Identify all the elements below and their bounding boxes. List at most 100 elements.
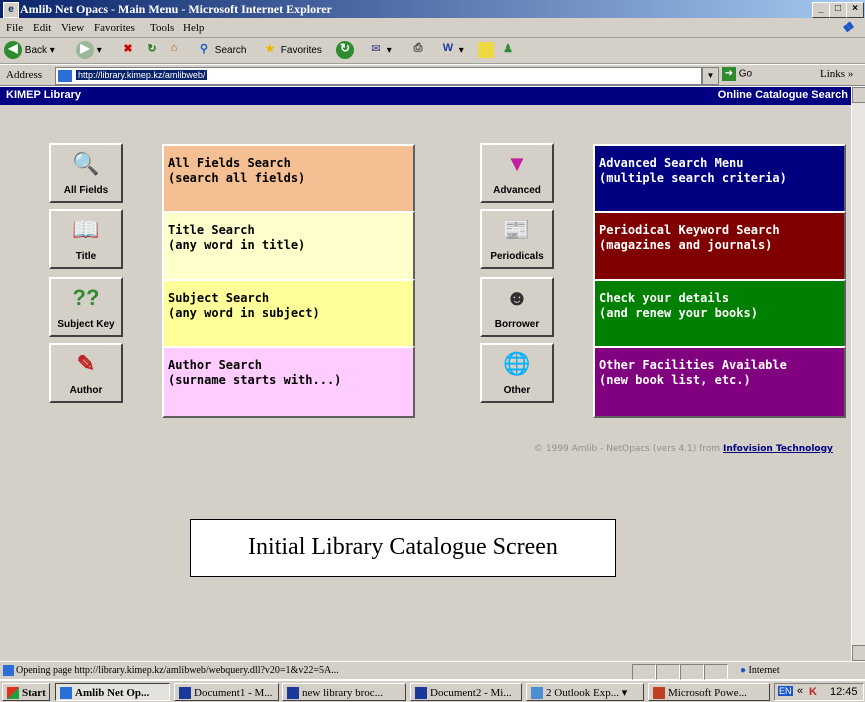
window-title-bar[interactable]: e Amlib Net Opacs - Main Menu - Microsof…: [0, 0, 865, 18]
tray-expand-icon[interactable]: «: [797, 685, 803, 697]
address-dropdown-button[interactable]: ▼: [702, 67, 719, 85]
links-button[interactable]: Links »: [820, 68, 853, 80]
title-label: Title: [75, 251, 97, 262]
author-search-link[interactable]: Author Search (surname starts with...): [162, 346, 415, 418]
status-bar: Opening page http://library.kimep.kz/aml…: [0, 661, 865, 680]
antivirus-icon[interactable]: K: [809, 686, 817, 698]
task-document1[interactable]: Document1 - M...: [174, 683, 279, 701]
messenger-icon: ♟: [503, 43, 513, 56]
magnifier-icon: 🔍: [72, 151, 100, 176]
page-loading-icon: [3, 665, 14, 676]
ie-app-icon[interactable]: e: [3, 2, 19, 18]
print-button[interactable]: ⎙: [410, 41, 426, 61]
infovision-link[interactable]: Infovision Technology: [723, 444, 833, 454]
other-facilities-link[interactable]: Other Facilities Available (new book lis…: [593, 346, 846, 418]
other-button[interactable]: 🌐 Other: [480, 343, 554, 403]
menu-tools[interactable]: Tools: [150, 22, 174, 34]
menu-edit[interactable]: Edit: [33, 22, 51, 34]
home-button[interactable]: ⌂: [166, 41, 182, 61]
address-url[interactable]: http://library.kimep.kz/amlibweb/: [76, 70, 208, 80]
periodicals-label: Periodicals: [490, 251, 544, 262]
scroll-down-button[interactable]: [852, 645, 865, 661]
menu-view[interactable]: View: [61, 22, 84, 34]
back-button[interactable]: ◀ Back ▾: [4, 41, 55, 61]
library-name: KIMEP Library: [6, 89, 81, 101]
page-icon: [58, 70, 72, 82]
stop-button[interactable]: ✖: [120, 41, 136, 61]
menu-help[interactable]: Help: [183, 22, 204, 34]
menu-file[interactable]: File: [6, 22, 23, 34]
check-details-link[interactable]: Check your details (and renew your books…: [593, 279, 846, 351]
author-button[interactable]: ✎ Author: [49, 343, 123, 403]
title-button[interactable]: 📖 Title: [49, 209, 123, 269]
go-label: Go: [738, 68, 753, 80]
go-arrow-icon: ➜: [722, 67, 736, 81]
subject-search-link[interactable]: Subject Search (any word in subject): [162, 279, 415, 351]
vertical-scrollbar[interactable]: [851, 87, 865, 661]
subject-key-button[interactable]: ?? Subject Key: [49, 277, 123, 337]
search-button[interactable]: ⚲ Search: [196, 41, 247, 61]
title-search-link[interactable]: Title Search (any word in title): [162, 211, 415, 283]
newspaper-icon: 📰: [503, 217, 531, 242]
menu-favorites[interactable]: Favorites: [94, 22, 135, 34]
address-label: Address: [6, 69, 43, 81]
maximize-button[interactable]: □: [829, 2, 847, 18]
address-input[interactable]: http://library.kimep.kz/amlibweb/: [55, 67, 702, 85]
close-button[interactable]: ×: [846, 2, 864, 18]
task-new-library-brochure[interactable]: new library broc...: [282, 683, 406, 701]
mail-button[interactable]: ✉ ▾: [368, 41, 391, 61]
search-box-title: Periodical Keyword Search: [599, 223, 780, 237]
task-label: Microsoft Powe...: [668, 687, 747, 699]
status-pane: [680, 664, 704, 680]
address-bar: Address http://library.kimep.kz/amlibweb…: [0, 65, 865, 86]
status-pane: [704, 664, 728, 680]
start-button[interactable]: Start: [2, 683, 50, 701]
forward-button[interactable]: ▶ ▾: [76, 41, 102, 61]
task-microsoft-powerpoint[interactable]: Microsoft Powe...: [648, 683, 770, 701]
periodicals-button[interactable]: 📰 Periodicals: [480, 209, 554, 269]
discuss-button[interactable]: [478, 41, 494, 61]
subject-key-label: Subject Key: [57, 319, 115, 330]
task-label: 2 Outlook Exp...: [546, 687, 620, 699]
favorites-star-icon: ★: [265, 43, 275, 56]
periodical-keyword-search-link[interactable]: Periodical Keyword Search (magazines and…: [593, 211, 846, 283]
advanced-button[interactable]: ▼ Advanced: [480, 143, 554, 203]
language-indicator[interactable]: EN: [778, 686, 793, 696]
scroll-up-button[interactable]: [852, 87, 865, 103]
search-box-title: Other Facilities Available: [599, 358, 787, 372]
history-button[interactable]: ↻: [336, 41, 354, 61]
advanced-search-menu-link[interactable]: Advanced Search Menu (multiple search cr…: [593, 144, 846, 216]
favorites-button[interactable]: ★ Favorites: [262, 41, 322, 61]
minimize-button[interactable]: _: [812, 2, 830, 18]
outlook-icon: [531, 687, 543, 700]
search-box-title: All Fields Search: [168, 156, 291, 170]
search-box-title: Subject Search: [168, 291, 270, 305]
task-outlook-express[interactable]: 2 Outlook Exp... ▾: [526, 683, 644, 701]
refresh-button[interactable]: ↻: [144, 41, 160, 61]
print-icon: ⎙: [413, 42, 423, 55]
task-label: Document2 - Mi...: [430, 687, 512, 699]
messenger-button[interactable]: ♟: [500, 41, 516, 61]
refresh-icon: ↻: [147, 43, 157, 56]
search-box-subtitle: (multiple search criteria): [599, 171, 787, 185]
stop-icon: ✖: [123, 43, 133, 56]
copyright-notice: © 1999 Amlib - NetOpacs (vers 4.1) from …: [534, 444, 833, 454]
powerpoint-icon: [653, 687, 665, 700]
advanced-label: Advanced: [493, 185, 541, 196]
edit-button[interactable]: W ▾: [440, 41, 464, 61]
task-label: Document1 - M...: [194, 687, 273, 699]
search-box-subtitle: (surname starts with...): [168, 373, 342, 387]
task-document2[interactable]: Document2 - Mi...: [410, 683, 522, 701]
folder-icon: [478, 42, 494, 59]
borrower-button[interactable]: ☻ Borrower: [480, 277, 554, 337]
catalogue-title: Online Catalogue Search: [717, 89, 848, 101]
go-button[interactable]: ➜ Go: [722, 67, 752, 83]
all-fields-button[interactable]: 🔍 All Fields: [49, 143, 123, 203]
search-label: Search: [214, 45, 247, 56]
status-text: Opening page http://library.kimep.kz/aml…: [16, 665, 339, 676]
forward-arrow-icon: ▶: [76, 41, 94, 60]
word-icon: [415, 687, 427, 700]
task-amlib-net-opacs[interactable]: Amlib Net Op...: [55, 683, 170, 701]
all-fields-search-link[interactable]: All Fields Search (search all fields): [162, 144, 415, 216]
window-title: Amlib Net Opacs - Main Menu - Microsoft …: [20, 2, 332, 16]
